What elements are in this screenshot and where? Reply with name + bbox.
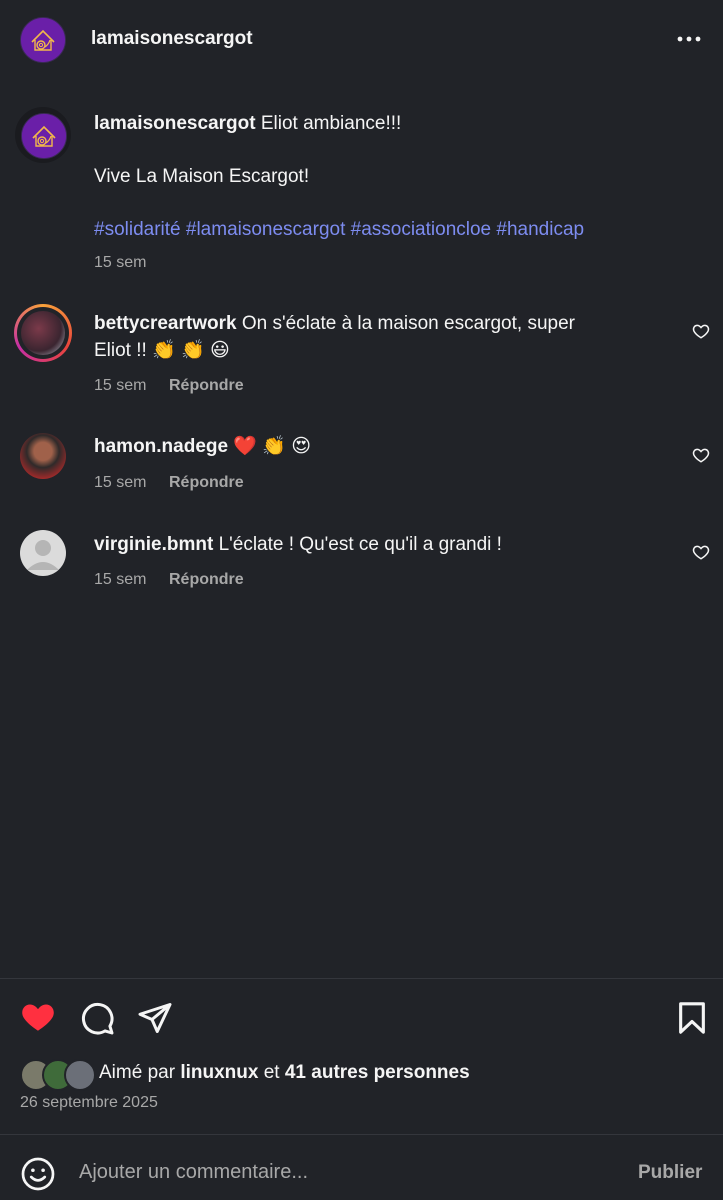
reply-button[interactable]: Répondre [169,474,244,492]
liked-by-text: Aimé par linuxnux et 41 autres personnes [99,1062,470,1083]
maison-escargot-logo [22,114,66,158]
emoji-icon[interactable] [20,1156,56,1197]
comment-text: bettycreartwork On s'éclate à la maison … [94,313,575,334]
divider [0,978,723,979]
comment-text: hamon.nadege ❤️ 👏 😍 [94,436,312,457]
reply-button[interactable]: Répondre [169,571,244,589]
comment-time: 15 sem [94,571,147,588]
comment-text: virginie.bmnt L'éclate ! Qu'est ce qu'il… [94,534,502,555]
others-link[interactable]: 41 autres personnes [285,1062,470,1083]
comment-username[interactable]: bettycreartwork [94,313,237,334]
comment-username[interactable]: virginie.bmnt [94,534,213,555]
header-username[interactable]: lamaisonescargot [91,28,253,50]
reply-button[interactable]: Répondre [169,377,244,395]
bookmark-icon[interactable] [677,1001,707,1040]
comment-icon[interactable] [79,1000,115,1041]
send-icon[interactable] [137,1000,173,1041]
heart-outline-icon[interactable] [692,446,710,469]
post-date: 26 septembre 2025 [20,1094,158,1111]
comment-avatar[interactable] [21,311,65,355]
liker-username[interactable]: linuxnux [180,1062,258,1083]
comment-username[interactable]: hamon.nadege [94,436,228,457]
comment-time: 15 sem [94,474,147,491]
more-horizontal-icon[interactable] [676,32,702,51]
comment-time: 15 sem [94,377,147,394]
comment-input[interactable]: Ajouter un commentaire... [79,1161,308,1184]
maison-escargot-logo [21,18,65,62]
heart-filled-icon[interactable] [19,1000,57,1041]
liker-avatar [64,1059,96,1091]
heart-outline-icon[interactable] [692,543,710,566]
publish-button[interactable]: Publier [638,1162,702,1184]
caption-time: 15 sem [94,254,147,271]
caption-username[interactable]: lamaisonescargot [94,113,256,134]
caption-hashtags[interactable]: #solidarité #lamaisonescargot #associati… [94,216,584,243]
caption-avatar[interactable] [21,113,67,159]
heart-outline-icon[interactable] [692,322,710,345]
default-avatar-icon[interactable] [20,530,66,576]
caption-line-1: lamaisonescargot Eliot ambiance!!! [94,110,694,137]
caption-text: Eliot ambiance!!! [260,113,402,134]
caption-line-2: Vive La Maison Escargot! [94,166,310,187]
divider [0,1134,723,1135]
comment-text-cont: Eliot !! 👏 👏 😃 [94,340,230,361]
profile-avatar[interactable] [20,17,66,63]
comment-avatar[interactable] [20,433,66,479]
